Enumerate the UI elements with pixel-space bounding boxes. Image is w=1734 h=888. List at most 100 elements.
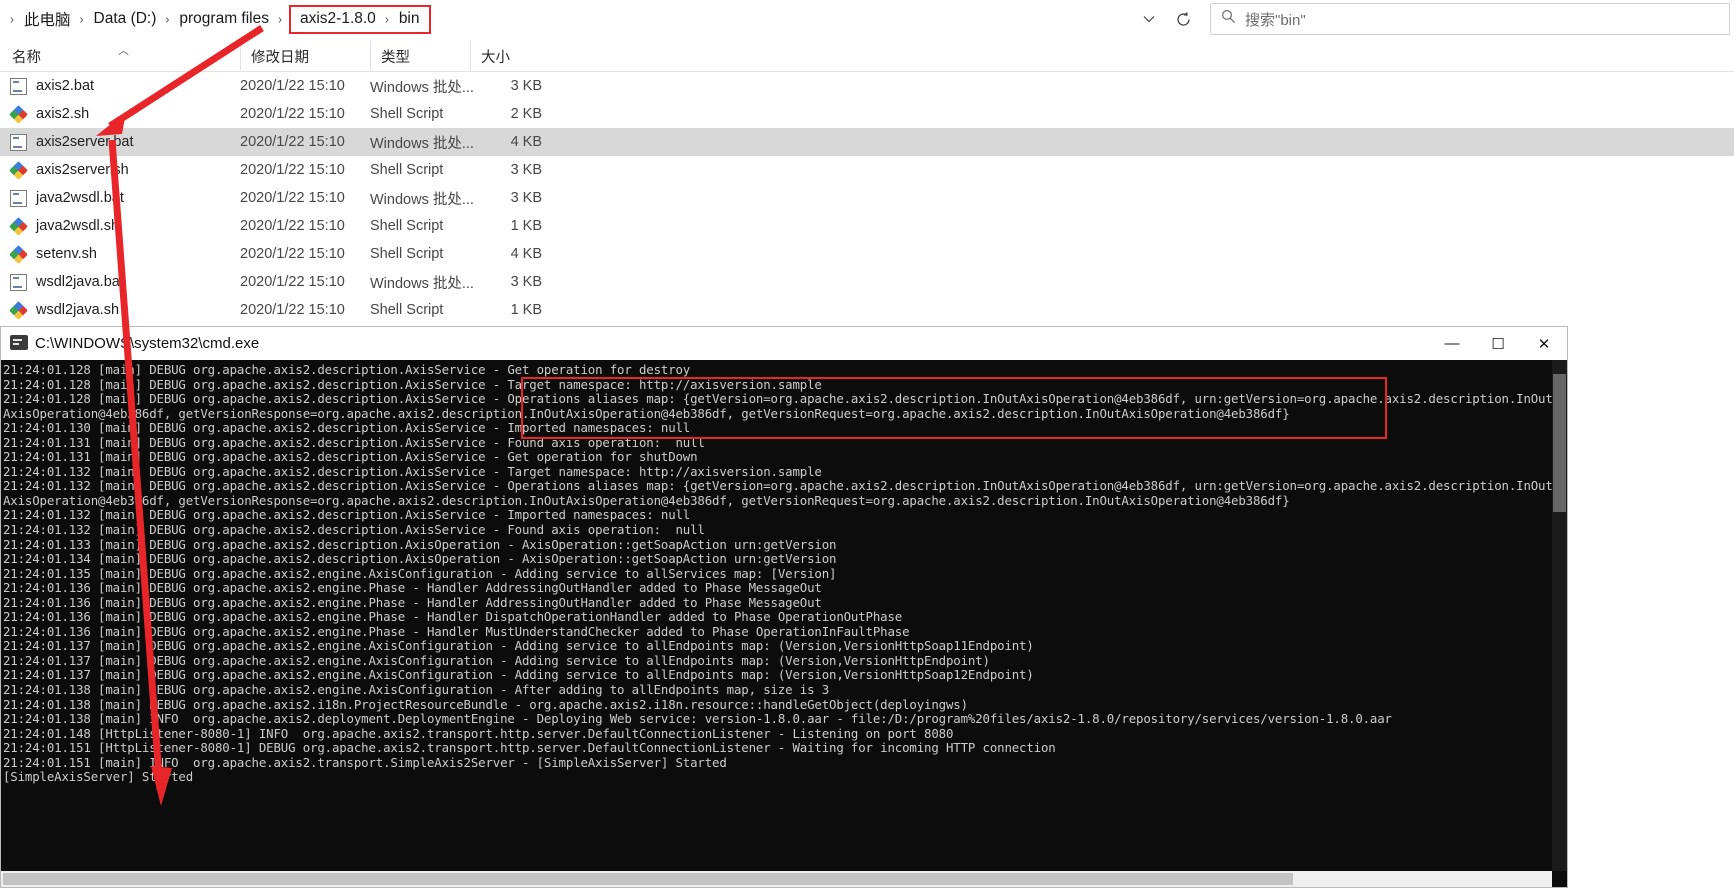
file-type-cell: Shell Script xyxy=(370,162,444,178)
file-size-cell: 1 KB xyxy=(510,302,542,318)
table-row[interactable]: java2wsdl.sh 2020/1/22 15:10 Shell Script 1… xyxy=(0,212,1734,240)
console-vertical-scrollbar[interactable] xyxy=(1552,360,1567,871)
file-name-cell[interactable]: axis2.bat xyxy=(10,77,94,95)
file-type-cell: Windows 批处... xyxy=(370,275,474,292)
search-placeholder: 搜索"bin" xyxy=(1245,11,1306,29)
column-header-date[interactable]: 修改日期 xyxy=(240,40,370,72)
console-line: 21:24:01.136 [main] DEBUG org.apache.axi… xyxy=(3,580,822,596)
shell-file-icon xyxy=(9,104,28,124)
file-size-cell: 3 KB xyxy=(510,78,542,94)
file-name-label: wsdl2java.bat xyxy=(36,274,124,290)
console-line: 21:24:01.133 [main] DEBUG org.apache.axi… xyxy=(3,536,837,552)
scrollbar-thumb[interactable] xyxy=(1553,374,1566,512)
file-name-label: java2wsdl.bat xyxy=(36,190,124,206)
file-size-cell: 3 KB xyxy=(510,190,542,206)
console-line: 21:24:01.134 [main] DEBUG org.apache.axi… xyxy=(3,551,837,567)
column-header-row: 名称 ︿ 修改日期 类型 大小 xyxy=(0,40,1734,72)
file-name-cell[interactable]: axis2server.bat xyxy=(10,133,134,151)
maximize-button[interactable]: ☐ xyxy=(1475,327,1521,360)
file-name-cell[interactable]: axis2server.sh xyxy=(9,160,129,180)
file-name-cell[interactable]: java2wsdl.sh xyxy=(9,216,119,236)
scrollbar-thumb-horizontal[interactable] xyxy=(3,873,1293,885)
file-name-label: axis2server.bat xyxy=(36,134,134,150)
column-header-size[interactable]: 大小 xyxy=(470,40,550,72)
console-line: 21:24:01.132 [main] DEBUG org.apache.axi… xyxy=(3,522,705,538)
console-line: 21:24:01.151 [HttpListener-8080-1] DEBUG… xyxy=(3,740,1056,756)
file-name-label: wsdl2java.sh xyxy=(36,302,120,318)
table-row[interactable]: axis2server.bat 2020/1/22 15:10 Windows 批处… xyxy=(0,128,1734,156)
console-line: 21:24:01.148 [HttpListener-8080-1] INFO … xyxy=(3,725,954,741)
console-line: 21:24:01.128 [main] DEBUG org.apache.axi… xyxy=(3,376,822,392)
file-size-cell: 4 KB xyxy=(510,134,542,150)
console-line: 21:24:01.137 [main] DEBUG org.apache.axi… xyxy=(3,638,1034,654)
column-header-type[interactable]: 类型 xyxy=(370,40,470,72)
file-type-cell: Shell Script xyxy=(370,218,444,234)
console-line: 21:24:01.138 [main] DEBUG org.apache.axi… xyxy=(3,696,968,712)
file-name-cell[interactable]: setenv.sh xyxy=(9,244,97,264)
chevron-down-icon[interactable] xyxy=(1140,10,1158,28)
file-date-cell: 2020/1/22 15:10 xyxy=(240,190,345,206)
file-date-cell: 2020/1/22 15:10 xyxy=(240,162,345,178)
file-type-cell: Shell Script xyxy=(370,246,444,262)
file-name-cell[interactable]: axis2.sh xyxy=(9,104,89,124)
file-type-cell: Shell Script xyxy=(370,302,444,318)
console-line: AxisOperation@4eb386df, getVersionRespon… xyxy=(3,492,1290,508)
console-title-bar[interactable]: C:\WINDOWS\system32\cmd.exe — ☐ ✕ xyxy=(1,327,1567,360)
cmd-console-window: C:\WINDOWS\system32\cmd.exe — ☐ ✕ 21:24:… xyxy=(0,326,1568,888)
breadcrumb-item-1[interactable]: Data (D:) xyxy=(89,8,162,30)
console-line: 21:24:01.151 [main] INFO org.apache.axis… xyxy=(3,754,727,770)
console-line: 21:24:01.138 [main] DEBUG org.apache.axi… xyxy=(3,682,830,698)
table-row[interactable]: java2wsdl.bat 2020/1/22 15:10 Windows 批处..… xyxy=(0,184,1734,212)
breadcrumb-item-2[interactable]: program files xyxy=(174,8,274,30)
close-button[interactable]: ✕ xyxy=(1521,327,1567,360)
breadcrumb-highlight-box: axis2-1.8.0 › bin xyxy=(288,4,431,34)
breadcrumb-separator: › xyxy=(165,11,170,27)
console-line: 21:24:01.136 [main] DEBUG org.apache.axi… xyxy=(3,623,910,639)
table-row[interactable]: setenv.sh 2020/1/22 15:10 Shell Script 4 KB xyxy=(0,240,1734,268)
file-name-cell[interactable]: java2wsdl.bat xyxy=(10,189,124,207)
file-type-cell: Windows 批处... xyxy=(370,191,474,208)
console-line: 21:24:01.137 [main] DEBUG org.apache.axi… xyxy=(3,667,1034,683)
breadcrumb-item-0[interactable]: 此电脑 xyxy=(19,6,76,32)
console-line: AxisOperation@4eb386df, getVersionRespon… xyxy=(3,405,1290,421)
file-name-cell[interactable]: wsdl2java.bat xyxy=(10,273,124,291)
shell-file-icon xyxy=(9,216,28,236)
console-line: 21:24:01.128 [main] DEBUG org.apache.axi… xyxy=(3,362,691,377)
column-header-name[interactable]: 名称 ︿ xyxy=(0,40,240,72)
console-line: 21:24:01.132 [main] DEBUG org.apache.axi… xyxy=(3,507,691,523)
breadcrumb-item-3[interactable]: axis2-1.8.0 xyxy=(295,8,381,30)
file-date-cell: 2020/1/22 15:10 xyxy=(240,218,345,234)
file-type-cell: Windows 批处... xyxy=(370,79,474,96)
table-row[interactable]: axis2.bat 2020/1/22 15:10 Windows 批处... 3 K… xyxy=(0,72,1734,100)
refresh-icon[interactable] xyxy=(1168,4,1198,34)
breadcrumb-separator: › xyxy=(277,11,282,27)
shell-file-icon xyxy=(9,160,28,180)
breadcrumb-item-4[interactable]: bin xyxy=(394,8,425,30)
table-row[interactable]: wsdl2java.sh 2020/1/22 15:10 Shell Script 1… xyxy=(0,296,1734,324)
console-output[interactable]: 21:24:01.128 [main] DEBUG org.apache.axi… xyxy=(1,360,1567,887)
file-size-cell: 3 KB xyxy=(510,162,542,178)
breadcrumb-separator: › xyxy=(10,11,14,27)
table-row[interactable]: axis2.sh 2020/1/22 15:10 Shell Script 2 KB xyxy=(0,100,1734,128)
shell-file-icon xyxy=(9,300,28,320)
search-input[interactable]: 搜索"bin" xyxy=(1210,3,1730,35)
breadcrumb[interactable]: › 此电脑 › Data (D:) › program files › axis… xyxy=(0,0,431,38)
console-line: 21:24:01.136 [main] DEBUG org.apache.axi… xyxy=(3,594,822,610)
console-line: 21:24:01.131 [main] DEBUG org.apache.axi… xyxy=(3,434,705,450)
file-date-cell: 2020/1/22 15:10 xyxy=(240,78,345,94)
console-line: 21:24:01.135 [main] DEBUG org.apache.axi… xyxy=(3,565,837,581)
file-type-cell: Shell Script xyxy=(370,106,444,122)
console-title: C:\WINDOWS\system32\cmd.exe xyxy=(35,335,260,352)
file-size-cell: 3 KB xyxy=(510,274,542,290)
breadcrumb-separator: › xyxy=(384,10,389,27)
table-row[interactable]: axis2server.sh 2020/1/22 15:10 Shell Scrip… xyxy=(0,156,1734,184)
table-row[interactable]: wsdl2java.bat 2020/1/22 15:10 Windows 批处..… xyxy=(0,268,1734,296)
file-name-cell[interactable]: wsdl2java.sh xyxy=(9,300,120,320)
bat-file-icon xyxy=(10,189,27,207)
console-horizontal-scrollbar[interactable] xyxy=(1,871,1552,887)
file-date-cell: 2020/1/22 15:10 xyxy=(240,246,345,262)
file-date-cell: 2020/1/22 15:10 xyxy=(240,302,345,318)
console-line: 21:24:01.132 [main] DEBUG org.apache.axi… xyxy=(3,463,822,479)
minimize-button[interactable]: — xyxy=(1429,327,1475,360)
console-line: 21:24:01.137 [main] DEBUG org.apache.axi… xyxy=(3,652,990,668)
